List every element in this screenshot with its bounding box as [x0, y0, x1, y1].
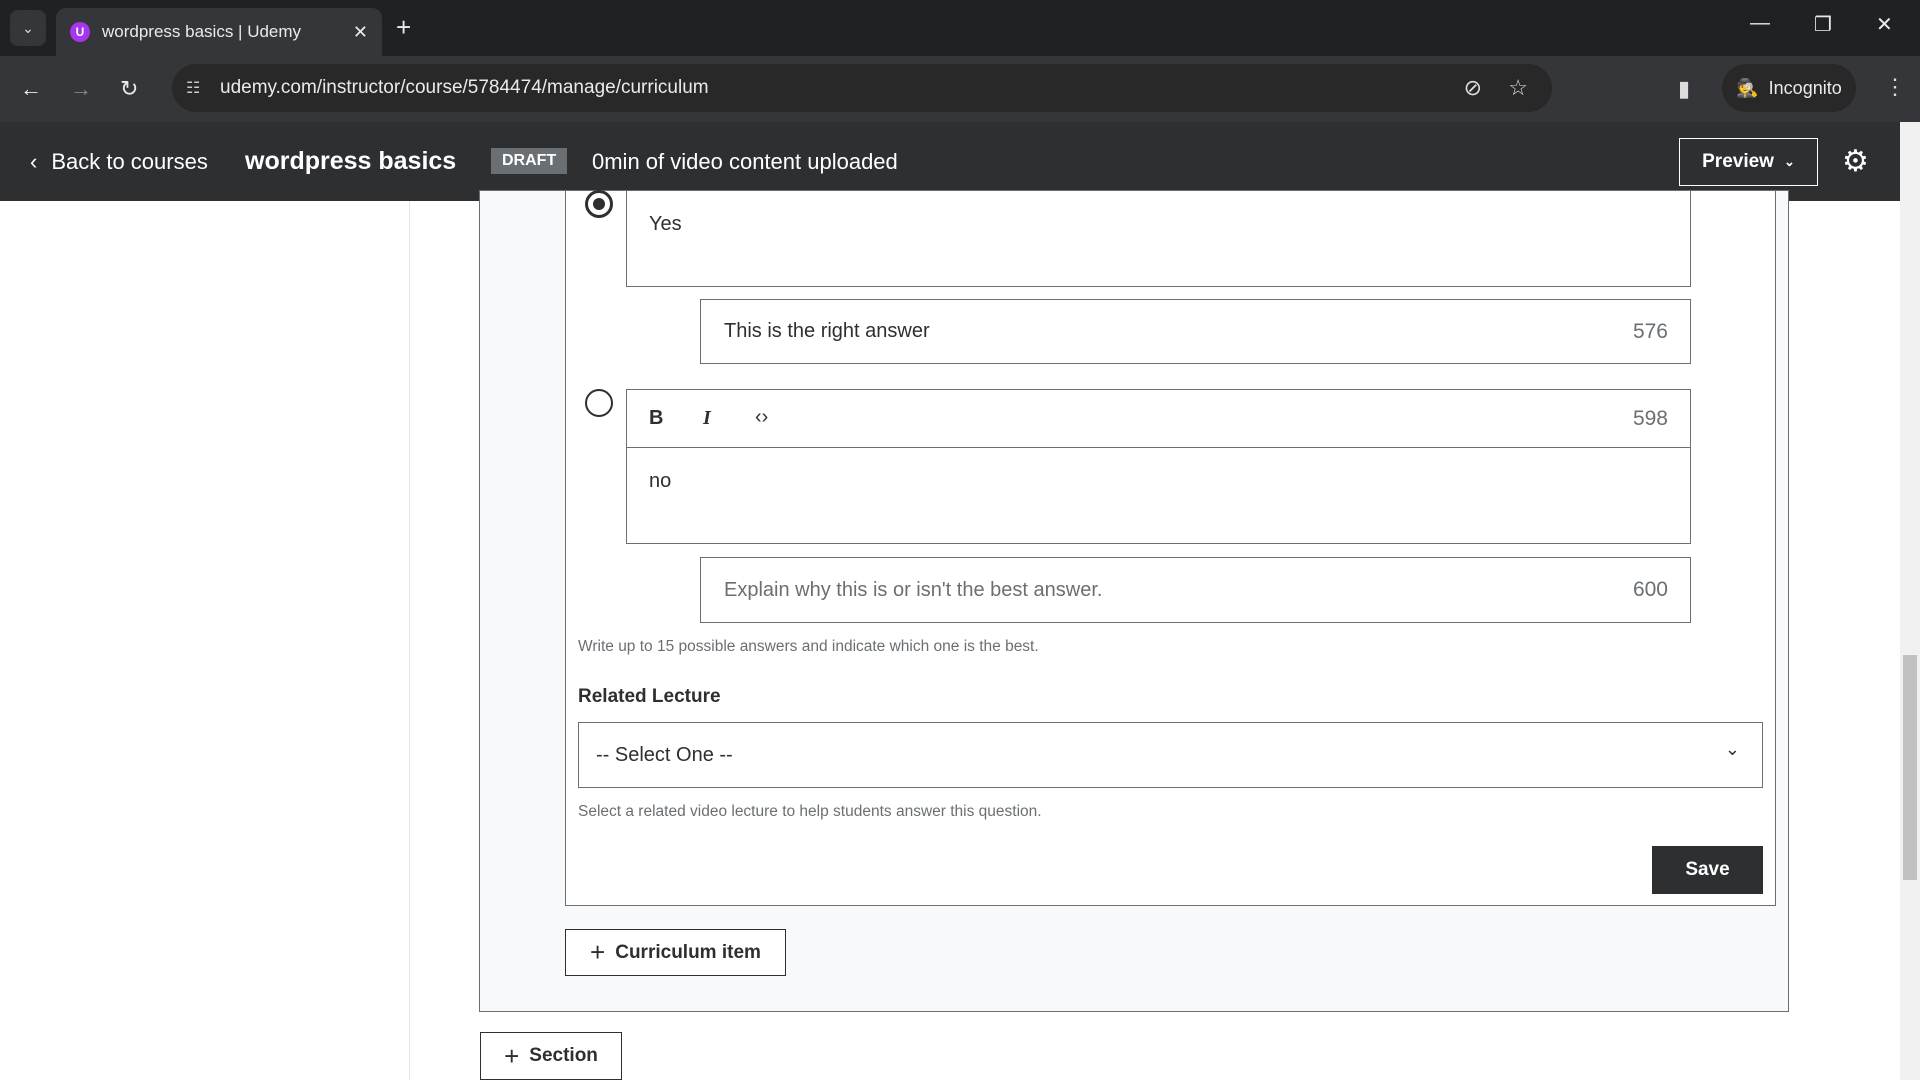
explanation-placeholder: Explain why this is or isn't the best an… — [724, 579, 1103, 601]
answer-1-value: Yes — [649, 213, 682, 235]
back-label: Back to courses — [51, 148, 208, 174]
reload-icon[interactable]: ↻ — [120, 76, 138, 102]
status-badge: DRAFT — [491, 148, 568, 174]
answer-1-text[interactable]: Yes — [626, 190, 1691, 287]
site-settings-icon[interactable]: ☷ — [186, 78, 200, 98]
restore-icon[interactable]: ❐ — [1814, 12, 1832, 37]
back-to-courses-link[interactable]: ‹ Back to courses — [30, 149, 208, 175]
answer-radio-1[interactable] — [585, 190, 613, 218]
incognito-label: Incognito — [1768, 77, 1842, 98]
tab-title: wordpress basics | Udemy — [102, 22, 302, 41]
close-tab-icon[interactable]: ✕ — [353, 22, 368, 43]
new-tab-button[interactable]: + — [396, 12, 411, 43]
udemy-favicon-icon: U — [70, 22, 90, 42]
rich-text-toolbar: B I ‹› 598 — [626, 389, 1691, 448]
related-lecture-select[interactable]: -- Select One -- ⌄ — [578, 722, 1763, 788]
answer-2-text[interactable]: no — [626, 447, 1691, 544]
url-bar[interactable]: ☷ udemy.com/instructor/course/5784474/ma… — [172, 64, 1552, 112]
italic-icon[interactable]: I — [703, 407, 711, 430]
preview-button[interactable]: Preview ⌄ — [1679, 138, 1818, 186]
upload-status: 0min of video content uploaded — [592, 148, 898, 174]
forward-arrow-icon[interactable]: → — [70, 76, 92, 102]
tab-search-button[interactable]: ⌄ — [10, 10, 46, 46]
star-icon[interactable]: ☆ — [1508, 75, 1528, 101]
browser-tab[interactable]: U wordpress basics | Udemy ✕ — [56, 8, 382, 56]
char-count: 576 — [1632, 319, 1668, 343]
related-lecture-help: Select a related video lecture to help s… — [578, 803, 1042, 820]
answer-2-value: no — [649, 470, 672, 492]
back-arrow-icon[interactable]: ← — [20, 76, 42, 102]
divider — [409, 201, 410, 1080]
incognito-icon: 🕵 — [1736, 77, 1759, 98]
section-label: Section — [529, 1045, 598, 1066]
answer-2-explanation-input[interactable]: Explain why this is or isn't the best an… — [700, 557, 1691, 623]
curriculum-item-label: Curriculum item — [615, 941, 761, 963]
save-button[interactable]: Save — [1652, 846, 1763, 894]
url-text: udemy.com/instructor/course/5784474/mana… — [220, 77, 709, 98]
incognito-indicator[interactable]: 🕵 Incognito — [1722, 64, 1856, 112]
course-title: wordpress basics — [245, 147, 457, 175]
char-count: 598 — [1632, 406, 1668, 430]
select-value: -- Select One -- — [596, 744, 733, 766]
gear-icon[interactable]: ⚙ — [1842, 144, 1869, 179]
related-lecture-label: Related Lecture — [578, 686, 721, 707]
menu-dots-icon[interactable]: ⋮ — [1884, 74, 1906, 100]
plus-icon: + — [504, 1040, 520, 1071]
chevron-down-icon: ⌄ — [1724, 739, 1740, 759]
quiz-question-form — [565, 190, 1776, 906]
answer-1-explanation: This is the right answer — [724, 320, 930, 342]
chevron-down-icon: ⌄ — [1783, 154, 1795, 169]
char-count: 600 — [1632, 578, 1668, 601]
bold-icon[interactable]: B — [649, 407, 663, 430]
add-curriculum-item-button[interactable]: + Curriculum item — [565, 929, 786, 976]
code-icon[interactable]: ‹› — [755, 406, 768, 429]
plus-icon: + — [590, 937, 606, 967]
side-panel-icon[interactable]: ▮ — [1678, 76, 1690, 102]
page-scrollbar[interactable] — [1900, 122, 1920, 1080]
add-section-button[interactable]: + Section — [480, 1032, 622, 1080]
answer-radio-2[interactable] — [585, 389, 613, 417]
preview-label: Preview — [1702, 151, 1774, 172]
close-window-icon[interactable]: ✕ — [1876, 12, 1893, 37]
eye-off-icon[interactable]: ⊘ — [1464, 75, 1482, 101]
answers-help-text: Write up to 15 possible answers and indi… — [578, 638, 1039, 655]
scrollbar-thumb[interactable] — [1903, 655, 1917, 880]
minimize-icon[interactable]: — — [1750, 12, 1770, 35]
answer-1-explanation-input[interactable]: This is the right answer 576 — [700, 299, 1691, 364]
chevron-left-icon: ‹ — [30, 148, 38, 174]
